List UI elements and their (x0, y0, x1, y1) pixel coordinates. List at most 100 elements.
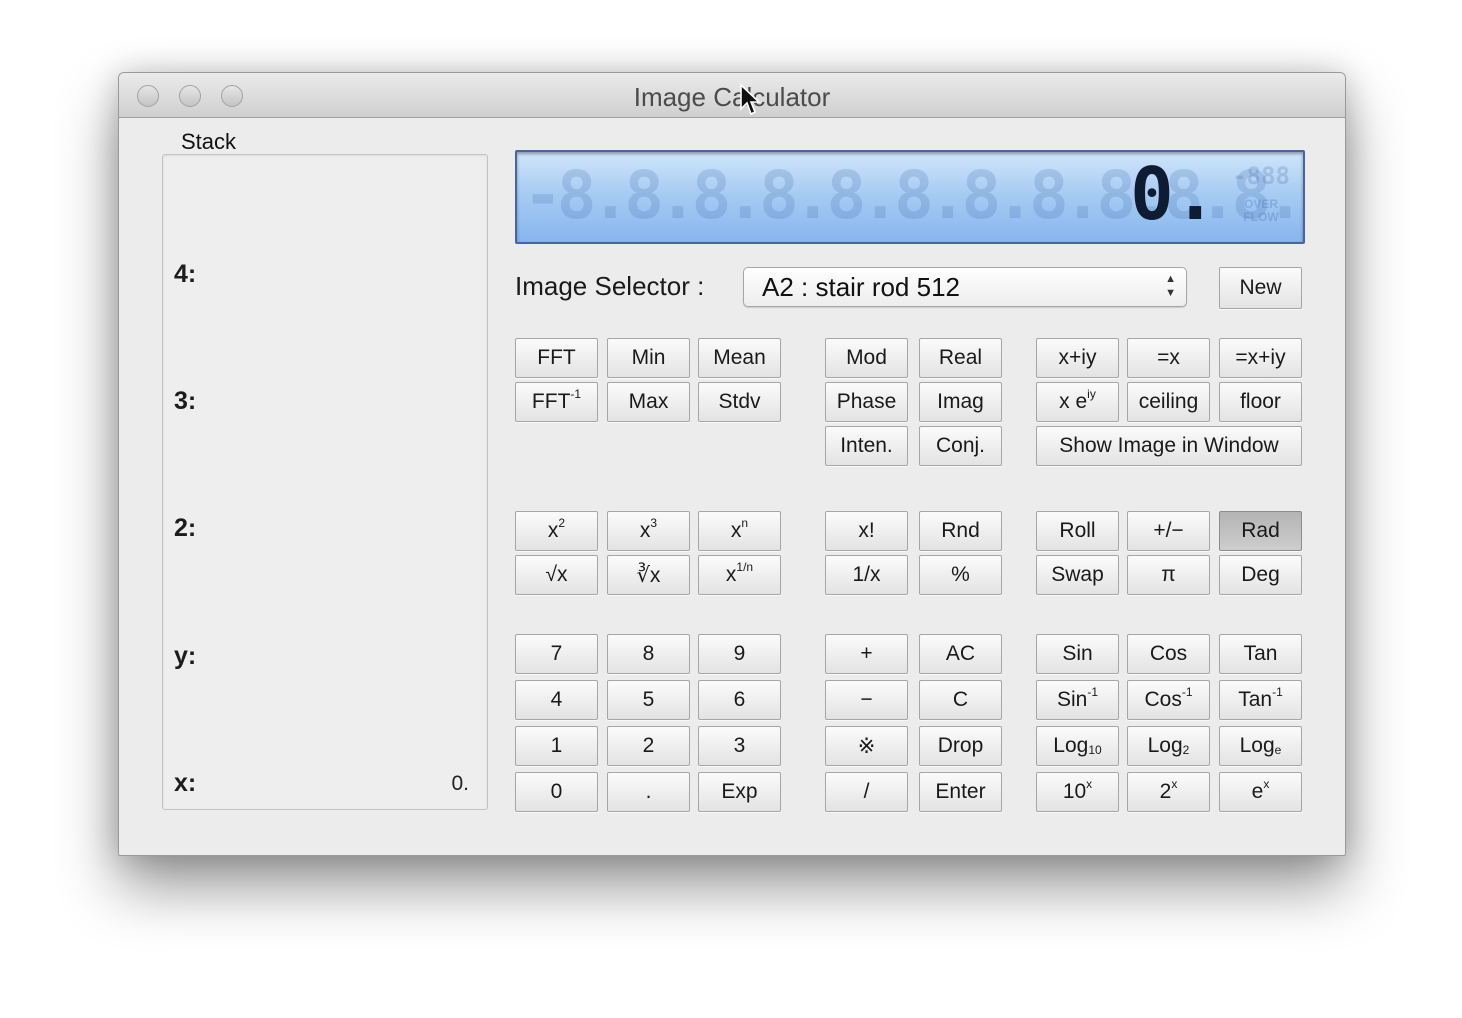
plus-minus-button[interactable]: +/− (1127, 511, 1210, 551)
image-selector-label: Image Selector : (515, 271, 705, 301)
digit-2-button[interactable]: 2 (607, 726, 690, 766)
max-button[interactable]: Max (607, 382, 690, 422)
stack-register-3-label: 3: (174, 387, 197, 415)
rnd-button[interactable]: Rnd (919, 511, 1002, 551)
subtract-button[interactable]: − (825, 680, 908, 720)
cos-button[interactable]: Cos (1127, 634, 1210, 674)
mod-button[interactable]: Mod (825, 338, 908, 378)
stdv-label: Stdv (718, 390, 761, 413)
mean-button[interactable]: Mean (698, 338, 781, 378)
exp-label: Exp (721, 780, 758, 803)
percent-button[interactable]: % (919, 555, 1002, 595)
conj-button[interactable]: Conj. (919, 426, 1002, 466)
sin-button[interactable]: Sin (1036, 634, 1119, 674)
imag-button[interactable]: Imag (919, 382, 1002, 422)
x-cubed-button[interactable]: x3 (607, 511, 690, 551)
cbrt-button[interactable]: ∛x (607, 555, 690, 595)
fft-inv-button[interactable]: FFT -1 (515, 382, 598, 422)
rad-button[interactable]: Rad (1219, 511, 1302, 551)
stdv-button[interactable]: Stdv (698, 382, 781, 422)
log10-button[interactable]: Log 10 (1036, 726, 1119, 766)
atan-button[interactable]: Tan -1 (1219, 680, 1302, 720)
new-image-button[interactable]: New (1219, 267, 1302, 309)
digit-5-button[interactable]: 5 (607, 680, 690, 720)
pow10-button[interactable]: 10 x (1036, 772, 1119, 812)
cbrt-label: ∛x (636, 563, 661, 587)
loge-button[interactable]: Log e (1219, 726, 1302, 766)
min-button[interactable]: Min (607, 338, 690, 378)
ac-button[interactable]: AC (919, 634, 1002, 674)
percent-label: % (951, 563, 970, 586)
x-root-n-label: x (725, 563, 737, 586)
pow2-label: 2 (1159, 780, 1172, 803)
pow2-button[interactable]: 2x (1127, 772, 1210, 812)
acos-button[interactable]: Cos -1 (1127, 680, 1210, 720)
x-pow-n-label: x (730, 519, 742, 542)
x-root-n-button[interactable]: x 1/n (698, 555, 781, 595)
decimal-point-button[interactable]: . (607, 772, 690, 812)
exp-e-button[interactable]: ex (1219, 772, 1302, 812)
digit-8-button[interactable]: 8 (607, 634, 690, 674)
x-exp-iy-button[interactable]: x e iy (1036, 382, 1119, 422)
tan-button[interactable]: Tan (1219, 634, 1302, 674)
reciprocal-button[interactable]: 1/x (825, 555, 908, 595)
show-image-button[interactable]: Show Image in Window (1036, 426, 1302, 466)
floor-label: floor (1240, 390, 1281, 413)
digit-1-button[interactable]: 1 (515, 726, 598, 766)
image-selector-dropdown[interactable]: A2 : stair rod 512 ▲ ▼ (743, 267, 1187, 307)
lcd-overflow-indicator: OVER FLOW (1243, 197, 1279, 224)
digit-1-label: 1 (550, 734, 563, 757)
exp-button[interactable]: Exp (698, 772, 781, 812)
x-pow-n-button[interactable]: xn (698, 511, 781, 551)
floor-button[interactable]: floor (1219, 382, 1302, 422)
digit-8-label: 8 (642, 642, 655, 665)
phase-button[interactable]: Phase (825, 382, 908, 422)
x-plus-iy-button[interactable]: x+iy (1036, 338, 1119, 378)
x-squared-button[interactable]: x2 (515, 511, 598, 551)
multiply-label: ※ (857, 734, 876, 758)
x-cubed-label: x (639, 519, 651, 542)
add-button[interactable]: + (825, 634, 908, 674)
title-bar[interactable]: Image Calculator (119, 73, 1345, 118)
asin-button[interactable]: Sin -1 (1036, 680, 1119, 720)
inten-button[interactable]: Inten. (825, 426, 908, 466)
add-label: + (860, 642, 873, 665)
digit-0-button[interactable]: 0 (515, 772, 598, 812)
clear-button[interactable]: C (919, 680, 1002, 720)
window-title: Image Calculator (633, 82, 831, 112)
log2-button[interactable]: Log 2 (1127, 726, 1210, 766)
digit-4-button[interactable]: 4 (515, 680, 598, 720)
pi-label: π (1161, 563, 1176, 586)
deg-button[interactable]: Deg (1219, 555, 1302, 595)
show-image-label: Show Image in Window (1059, 434, 1279, 457)
tan-label: Tan (1243, 642, 1278, 665)
multiply-button[interactable]: ※ (825, 726, 908, 766)
x-squared-label: x (547, 519, 559, 542)
cos-label: Cos (1149, 642, 1188, 665)
swap-button[interactable]: Swap (1036, 555, 1119, 595)
pow10-label: 10 (1062, 780, 1087, 803)
roll-button[interactable]: Roll (1036, 511, 1119, 551)
fft-button[interactable]: FFT (515, 338, 598, 378)
divide-button[interactable]: / (825, 772, 908, 812)
calculator-window: Image Calculator Stack 4: 3: 2: y: x: 0.… (118, 72, 1346, 856)
digit-3-button[interactable]: 3 (698, 726, 781, 766)
digit-7-button[interactable]: 7 (515, 634, 598, 674)
loge-label: Log (1239, 734, 1275, 757)
pi-button[interactable]: π (1127, 555, 1210, 595)
real-button[interactable]: Real (919, 338, 1002, 378)
drop-button[interactable]: Drop (919, 726, 1002, 766)
conj-label: Conj. (935, 434, 986, 457)
ac-label: AC (945, 642, 976, 665)
digit-9-button[interactable]: 9 (698, 634, 781, 674)
digit-6-button[interactable]: 6 (698, 680, 781, 720)
sqrt-button[interactable]: √x (515, 555, 598, 595)
stack-panel: 4: 3: 2: y: x: 0. (162, 154, 488, 810)
lcd-value: 0. (1130, 152, 1217, 236)
ceiling-button[interactable]: ceiling (1127, 382, 1210, 422)
up-down-arrows-icon: ▲ ▼ (1165, 273, 1176, 299)
enter-button[interactable]: Enter (919, 772, 1002, 812)
eq-x-button[interactable]: =x (1127, 338, 1210, 378)
factorial-button[interactable]: x! (825, 511, 908, 551)
eq-x-plus-iy-button[interactable]: =x+iy (1219, 338, 1302, 378)
